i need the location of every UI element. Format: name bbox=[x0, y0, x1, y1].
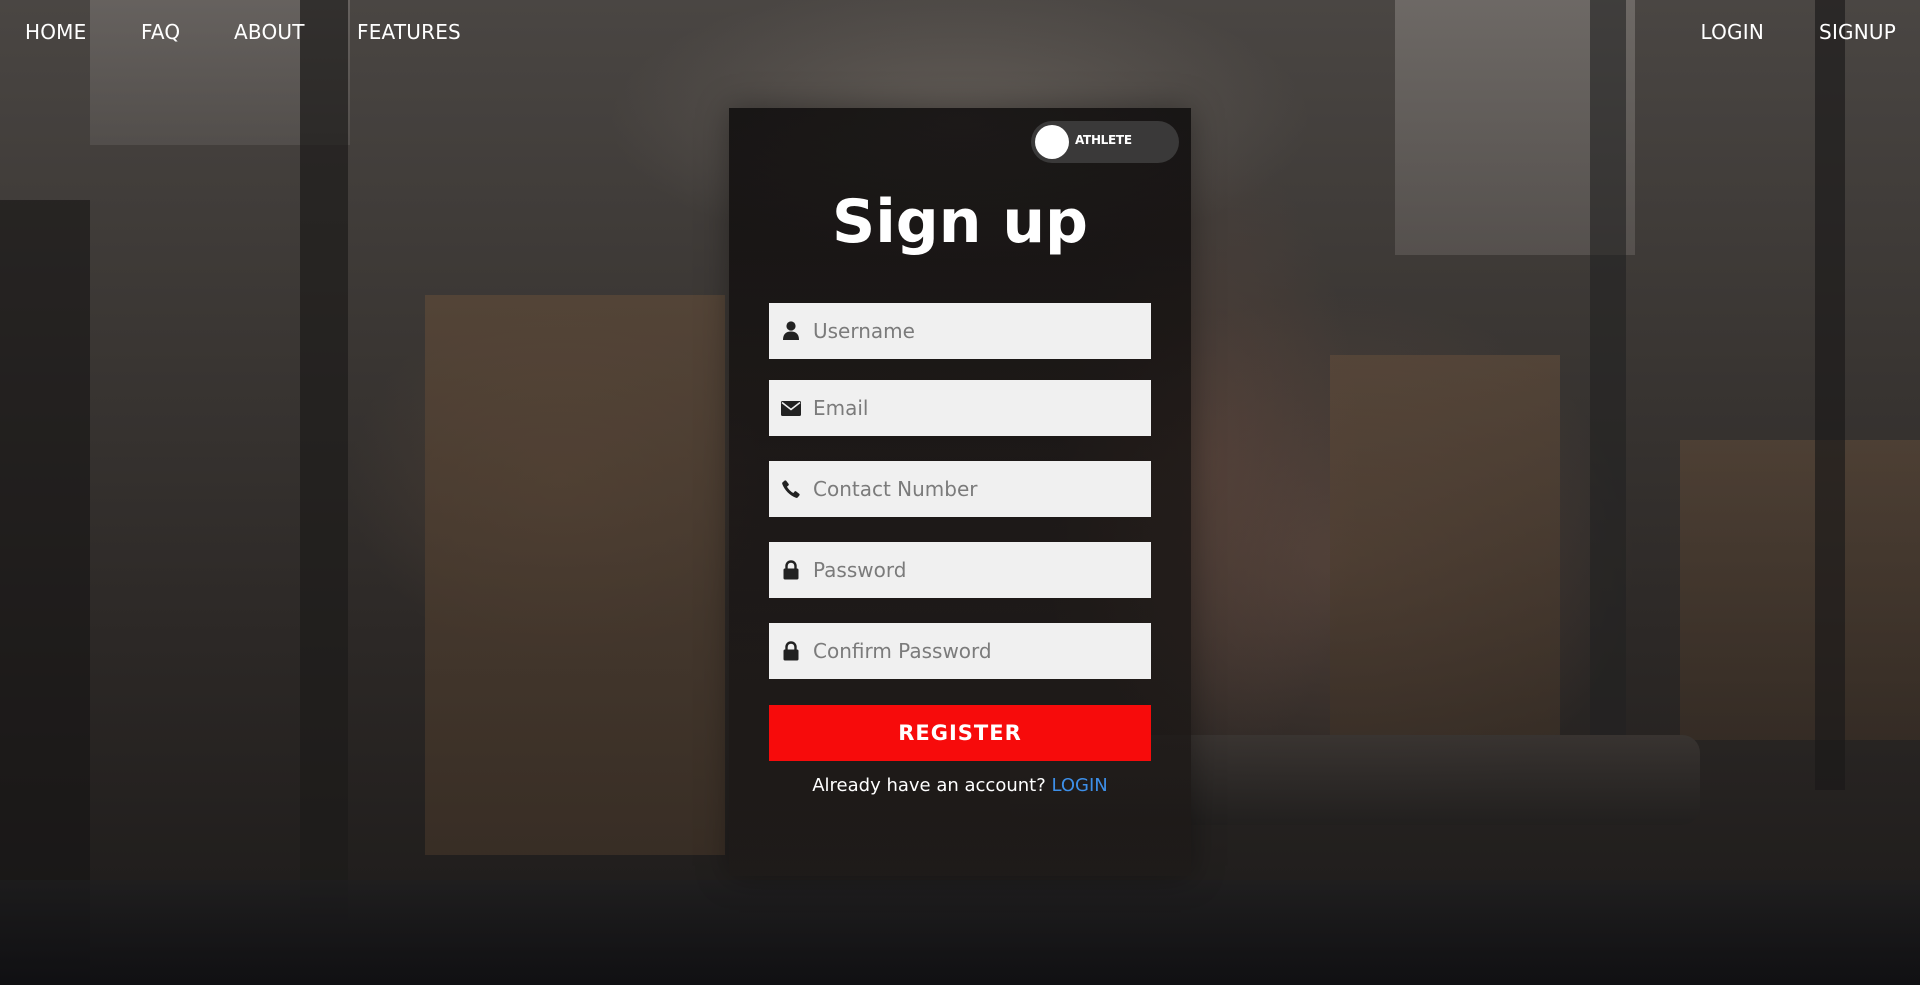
nav-link-home[interactable]: HOME bbox=[25, 20, 86, 44]
background-pillar bbox=[300, 0, 348, 920]
envelope-icon bbox=[780, 397, 802, 419]
toggle-label: ATHLETE bbox=[1075, 133, 1132, 147]
page-title: Sign up bbox=[832, 187, 1088, 257]
background-crate bbox=[425, 295, 725, 855]
user-icon bbox=[780, 320, 802, 342]
nav-link-about[interactable]: ABOUT bbox=[234, 20, 305, 44]
username-field[interactable] bbox=[769, 303, 1151, 359]
page: HOME FAQ ABOUT FEATURES LOGIN SIGNUP ATH… bbox=[0, 0, 1920, 985]
nav-link-login[interactable]: LOGIN bbox=[1700, 20, 1764, 44]
background-pillar bbox=[1590, 0, 1626, 740]
account-prompt-text: Already have an account? bbox=[812, 775, 1046, 796]
contact-number-input[interactable] bbox=[813, 477, 1143, 501]
lock-icon bbox=[780, 640, 802, 662]
background-crate bbox=[1680, 440, 1920, 740]
phone-icon bbox=[780, 478, 802, 500]
top-nav: HOME FAQ ABOUT FEATURES LOGIN SIGNUP bbox=[0, 0, 1920, 64]
background-shadow bbox=[0, 200, 90, 985]
nav-link-features[interactable]: FEATURES bbox=[357, 20, 461, 44]
toggle-knob[interactable] bbox=[1035, 125, 1069, 159]
contact-number-field[interactable] bbox=[769, 461, 1151, 517]
login-prompt: Already have an account? LOGIN bbox=[729, 775, 1191, 796]
register-button[interactable]: REGISTER bbox=[769, 705, 1151, 761]
login-link[interactable]: LOGIN bbox=[1052, 775, 1108, 796]
background-floor bbox=[0, 880, 1920, 985]
confirm-password-input[interactable] bbox=[813, 639, 1143, 663]
background-pillar bbox=[1815, 0, 1845, 790]
signup-card: ATHLETE Sign up Username Email Contact N… bbox=[729, 108, 1191, 876]
lock-icon bbox=[780, 559, 802, 581]
password-input[interactable] bbox=[813, 558, 1143, 582]
username-input[interactable] bbox=[813, 319, 1143, 343]
role-toggle[interactable]: ATHLETE bbox=[1031, 121, 1179, 163]
confirm-password-field[interactable] bbox=[769, 623, 1151, 679]
nav-link-faq[interactable]: FAQ bbox=[141, 20, 180, 44]
email-field[interactable] bbox=[769, 380, 1151, 436]
password-field[interactable] bbox=[769, 542, 1151, 598]
email-input[interactable] bbox=[813, 396, 1143, 420]
nav-link-signup[interactable]: SIGNUP bbox=[1819, 20, 1896, 44]
